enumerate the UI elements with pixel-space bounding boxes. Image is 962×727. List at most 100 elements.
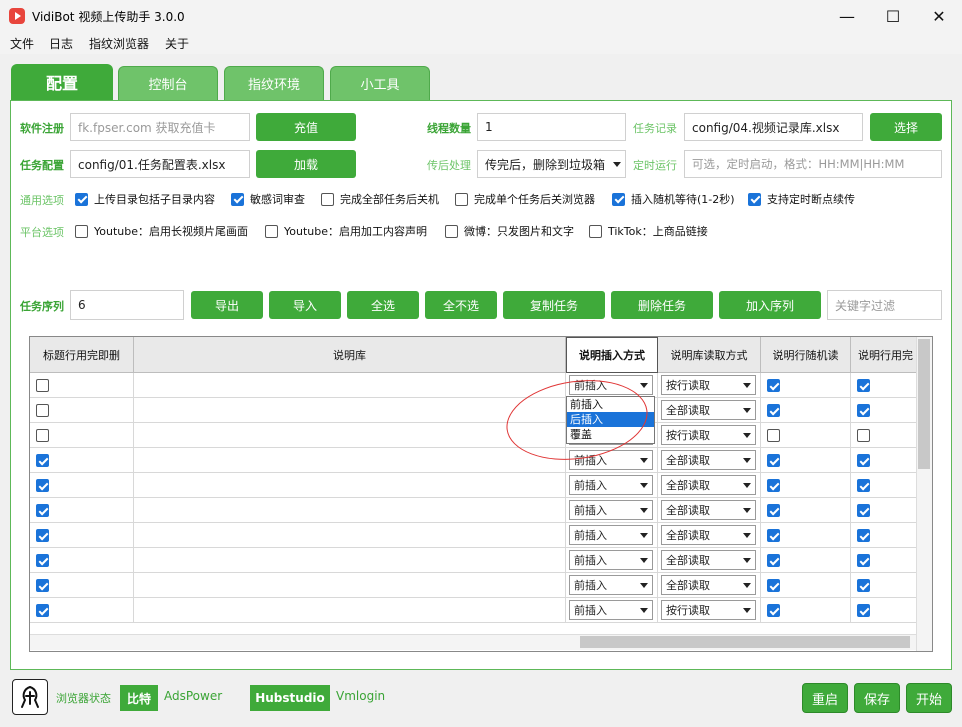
table-row[interactable]: 前插入按行读取 (30, 373, 921, 398)
option-close-browser-after-task[interactable]: 完成单个任务后关浏览器 (455, 190, 595, 208)
checkbox[interactable] (321, 192, 334, 206)
insert-mode-select[interactable]: 前插入 (569, 500, 653, 520)
column-header[interactable]: 说明库读取方式 (658, 337, 761, 373)
read-mode-select[interactable]: 全部读取 (661, 550, 756, 570)
select-all-button[interactable]: 全选 (347, 291, 419, 319)
table-cell[interactable] (134, 473, 566, 498)
read-mode-select[interactable]: 全部读取 (661, 400, 756, 420)
table-cell[interactable]: 按行读取 (658, 598, 761, 623)
insert-mode-select[interactable]: 前插入 (569, 600, 653, 620)
table-cell[interactable] (851, 398, 921, 423)
table-cell[interactable] (761, 598, 851, 623)
option-youtube-endscreen[interactable]: Youtube：启用长视频片尾画面 (75, 222, 248, 240)
menu-log[interactable]: 日志 (49, 35, 73, 52)
table-cell[interactable] (761, 398, 851, 423)
random-read-checkbox[interactable] (767, 554, 780, 567)
table-cell[interactable]: 前插入 (566, 523, 658, 548)
table-cell[interactable] (134, 548, 566, 573)
insert-mode-select[interactable]: 前插入 (569, 475, 653, 495)
table-cell[interactable] (851, 598, 921, 623)
menu-file[interactable]: 文件 (10, 35, 34, 52)
column-header[interactable]: 说明插入方式 (566, 337, 658, 373)
tab-config[interactable]: 配置 (11, 64, 113, 100)
table-cell[interactable] (134, 373, 566, 398)
table-cell[interactable]: 前插入 (566, 598, 658, 623)
used-delete-checkbox[interactable] (857, 604, 870, 617)
table-row[interactable]: 前插入全部读取 (30, 548, 921, 573)
used-delete-checkbox[interactable] (857, 529, 870, 542)
table-cell[interactable]: 按行读取 (658, 423, 761, 448)
used-delete-checkbox[interactable] (857, 579, 870, 592)
checkbox[interactable] (75, 192, 88, 206)
table-row[interactable]: 前插入全部读取 (30, 498, 921, 523)
task-sequence-input[interactable]: 6 (70, 290, 184, 320)
table-cell[interactable] (851, 523, 921, 548)
table-cell[interactable] (851, 423, 921, 448)
random-read-checkbox[interactable] (767, 579, 780, 592)
checkbox[interactable] (589, 224, 602, 238)
add-to-sequence-button[interactable]: 加入序列 (719, 291, 821, 319)
table-row[interactable]: 前插入全部读取 (30, 573, 921, 598)
table-cell[interactable]: 全部读取 (658, 473, 761, 498)
table-cell[interactable] (30, 548, 134, 573)
table-row[interactable]: 前插入全部读取 (30, 473, 921, 498)
read-mode-select[interactable]: 全部读取 (661, 575, 756, 595)
export-button[interactable]: 导出 (191, 291, 263, 319)
menu-fingerprint-browser[interactable]: 指纹浏览器 (89, 35, 149, 52)
insert-mode-select[interactable]: 前插入 (569, 550, 653, 570)
delete-title-checkbox[interactable] (36, 479, 49, 492)
used-delete-checkbox[interactable] (857, 404, 870, 417)
table-cell[interactable] (851, 448, 921, 473)
used-delete-checkbox[interactable] (857, 479, 870, 492)
thread-count-input[interactable]: 1 (477, 113, 626, 141)
table-cell[interactable] (761, 498, 851, 523)
close-button[interactable]: ✕ (916, 0, 962, 32)
random-read-checkbox[interactable] (767, 479, 780, 492)
option-random-wait[interactable]: 插入随机等待(1-2秒) (612, 190, 735, 208)
checkbox[interactable] (455, 192, 468, 206)
browser-tag-vmlogin[interactable]: Vmlogin (336, 689, 385, 703)
used-delete-checkbox[interactable] (857, 429, 870, 442)
random-read-checkbox[interactable] (767, 379, 780, 392)
table-cell[interactable] (134, 573, 566, 598)
option-tiktok-product-link[interactable]: TikTok：上商品链接 (589, 222, 708, 240)
timer-input[interactable]: 可选，定时启动，格式：HH:MM|HH:MM (684, 150, 942, 178)
table-cell[interactable] (134, 523, 566, 548)
option-youtube-altered-content[interactable]: Youtube：启用加工内容声明 (265, 222, 427, 240)
used-delete-checkbox[interactable] (857, 454, 870, 467)
task-record-input[interactable]: config/04.视频记录库.xlsx (684, 113, 863, 141)
table-cell[interactable] (851, 573, 921, 598)
read-mode-select[interactable]: 按行读取 (661, 375, 756, 395)
column-header[interactable]: 说明行用完 (851, 337, 921, 373)
table-cell[interactable]: 前插入 (566, 573, 658, 598)
column-header[interactable]: 说明库 (134, 337, 566, 373)
table-cell[interactable]: 全部读取 (658, 573, 761, 598)
checkbox[interactable] (265, 224, 278, 238)
used-delete-checkbox[interactable] (857, 554, 870, 567)
table-cell[interactable] (134, 498, 566, 523)
table-cell[interactable] (30, 423, 134, 448)
table-row[interactable]: 前插入按行读取 (30, 423, 921, 448)
select-none-button[interactable]: 全不选 (425, 291, 497, 319)
table-cell[interactable] (30, 498, 134, 523)
copy-task-button[interactable]: 复制任务 (503, 291, 605, 319)
restart-button[interactable]: 重启 (802, 683, 848, 713)
table-cell[interactable] (761, 473, 851, 498)
browser-tag-bitbrowser[interactable]: 比特 (120, 685, 158, 711)
used-delete-checkbox[interactable] (857, 379, 870, 392)
table-cell[interactable]: 全部读取 (658, 398, 761, 423)
table-row[interactable]: 前插入全部读取 (30, 448, 921, 473)
table-cell[interactable] (761, 423, 851, 448)
import-button[interactable]: 导入 (269, 291, 341, 319)
table-cell[interactable]: 全部读取 (658, 523, 761, 548)
read-mode-select[interactable]: 全部读取 (661, 525, 756, 545)
table-cell[interactable]: 全部读取 (658, 498, 761, 523)
table-cell[interactable] (134, 448, 566, 473)
checkbox[interactable] (445, 224, 458, 238)
table-cell[interactable]: 前插入 (566, 548, 658, 573)
delete-title-checkbox[interactable] (36, 429, 49, 442)
column-header[interactable]: 标题行用完即删 (30, 337, 134, 373)
browser-tag-hubstudio[interactable]: Hubstudio (250, 685, 330, 711)
checkbox[interactable] (748, 192, 761, 206)
table-cell[interactable] (851, 498, 921, 523)
